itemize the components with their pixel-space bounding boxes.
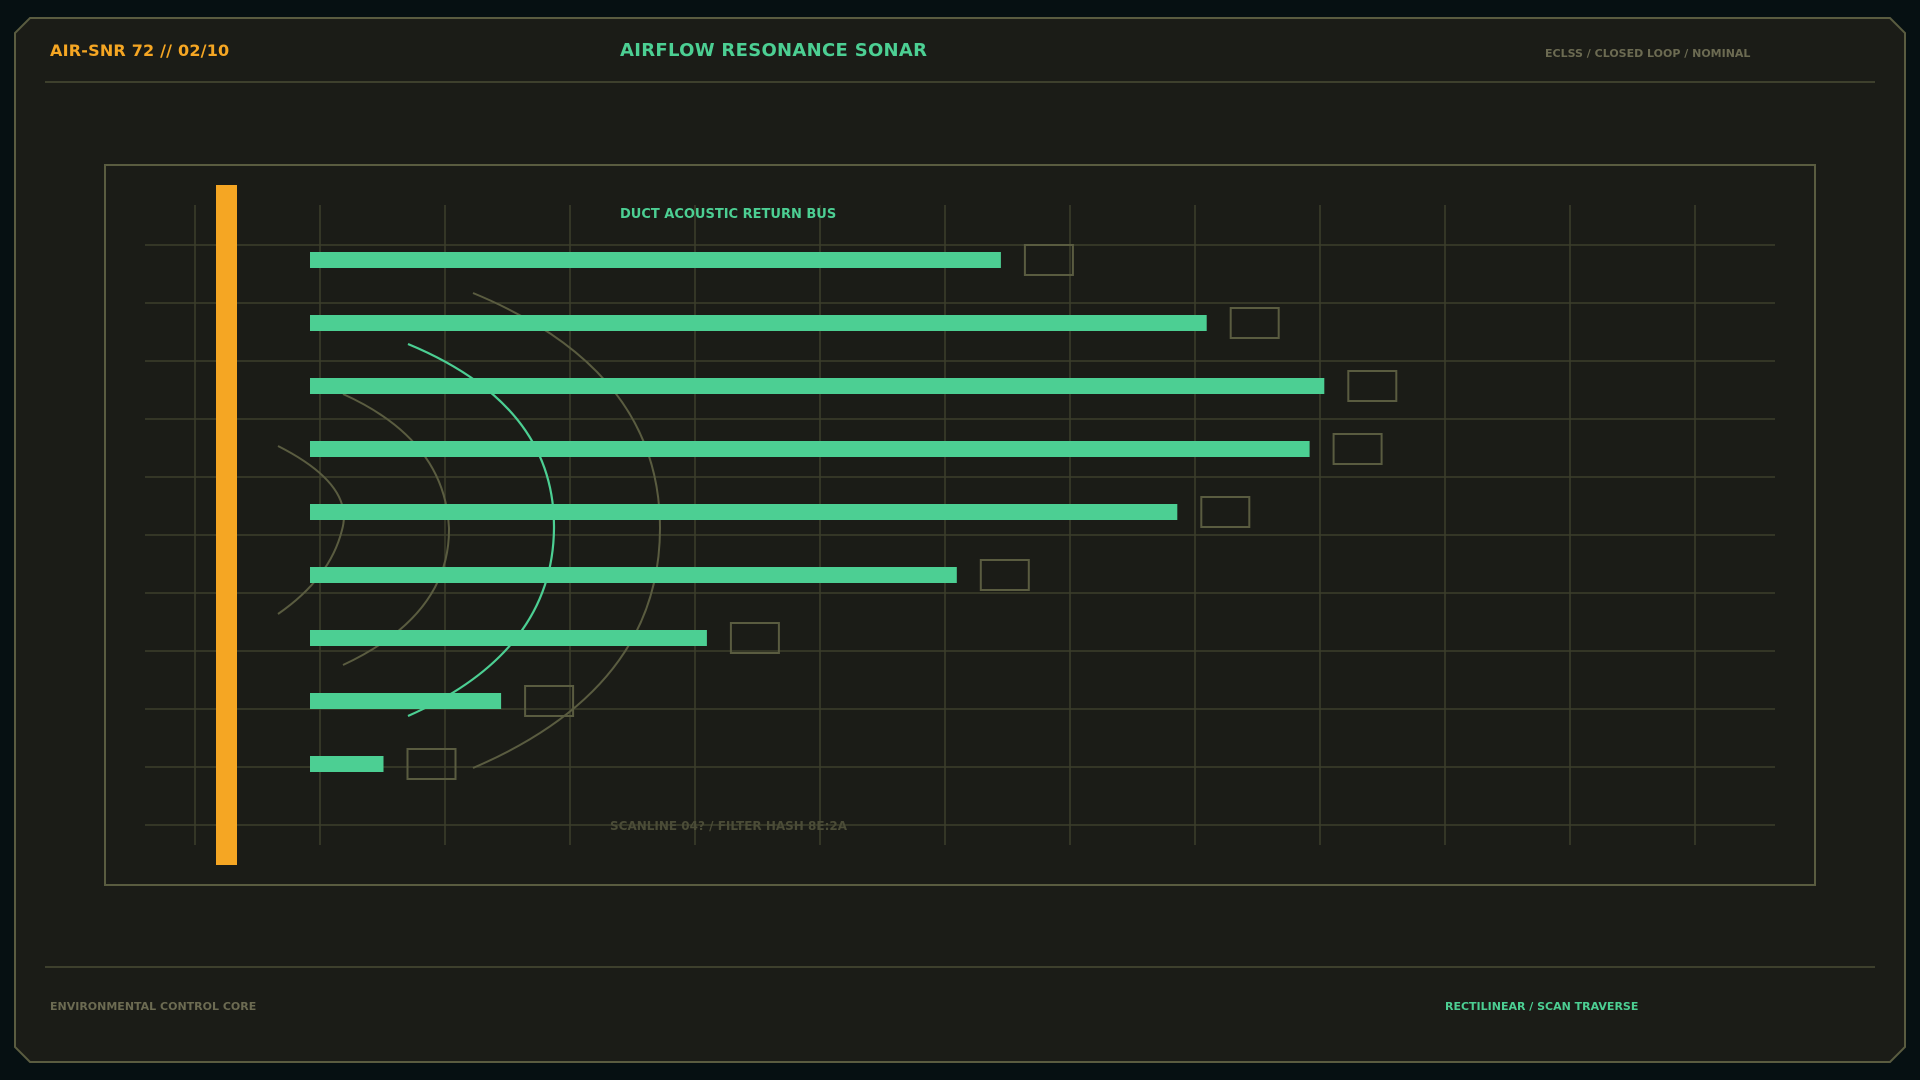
system-status: ECLSS / CLOSED LOOP / NOMINAL — [1545, 47, 1751, 60]
scanline-label: SCANLINE 04? / FILTER HASH 8E:2A — [610, 819, 848, 833]
return-bar — [310, 693, 502, 709]
return-bar — [310, 567, 957, 583]
return-bar — [310, 441, 1310, 457]
page-title: AIRFLOW RESONANCE SONAR — [620, 40, 928, 61]
return-bar — [310, 756, 384, 772]
unit-id: AIR-SNR 72 // 02/10 — [50, 41, 230, 60]
return-bar — [310, 630, 707, 646]
footer-core-label: ENVIRONMENTAL CONTROL CORE — [50, 1000, 257, 1013]
return-bar — [310, 252, 1001, 268]
footer-mode-label: RECTILINEAR / SCAN TRAVERSE — [1445, 1000, 1639, 1013]
bus-label: DUCT ACOUSTIC RETURN BUS — [620, 207, 837, 222]
return-bar — [310, 504, 1178, 520]
outer-frame — [14, 17, 1906, 1063]
return-bar — [310, 315, 1207, 331]
sonar-display — [14, 17, 1906, 1063]
scan-rail — [216, 185, 237, 865]
return-bar — [310, 378, 1325, 394]
